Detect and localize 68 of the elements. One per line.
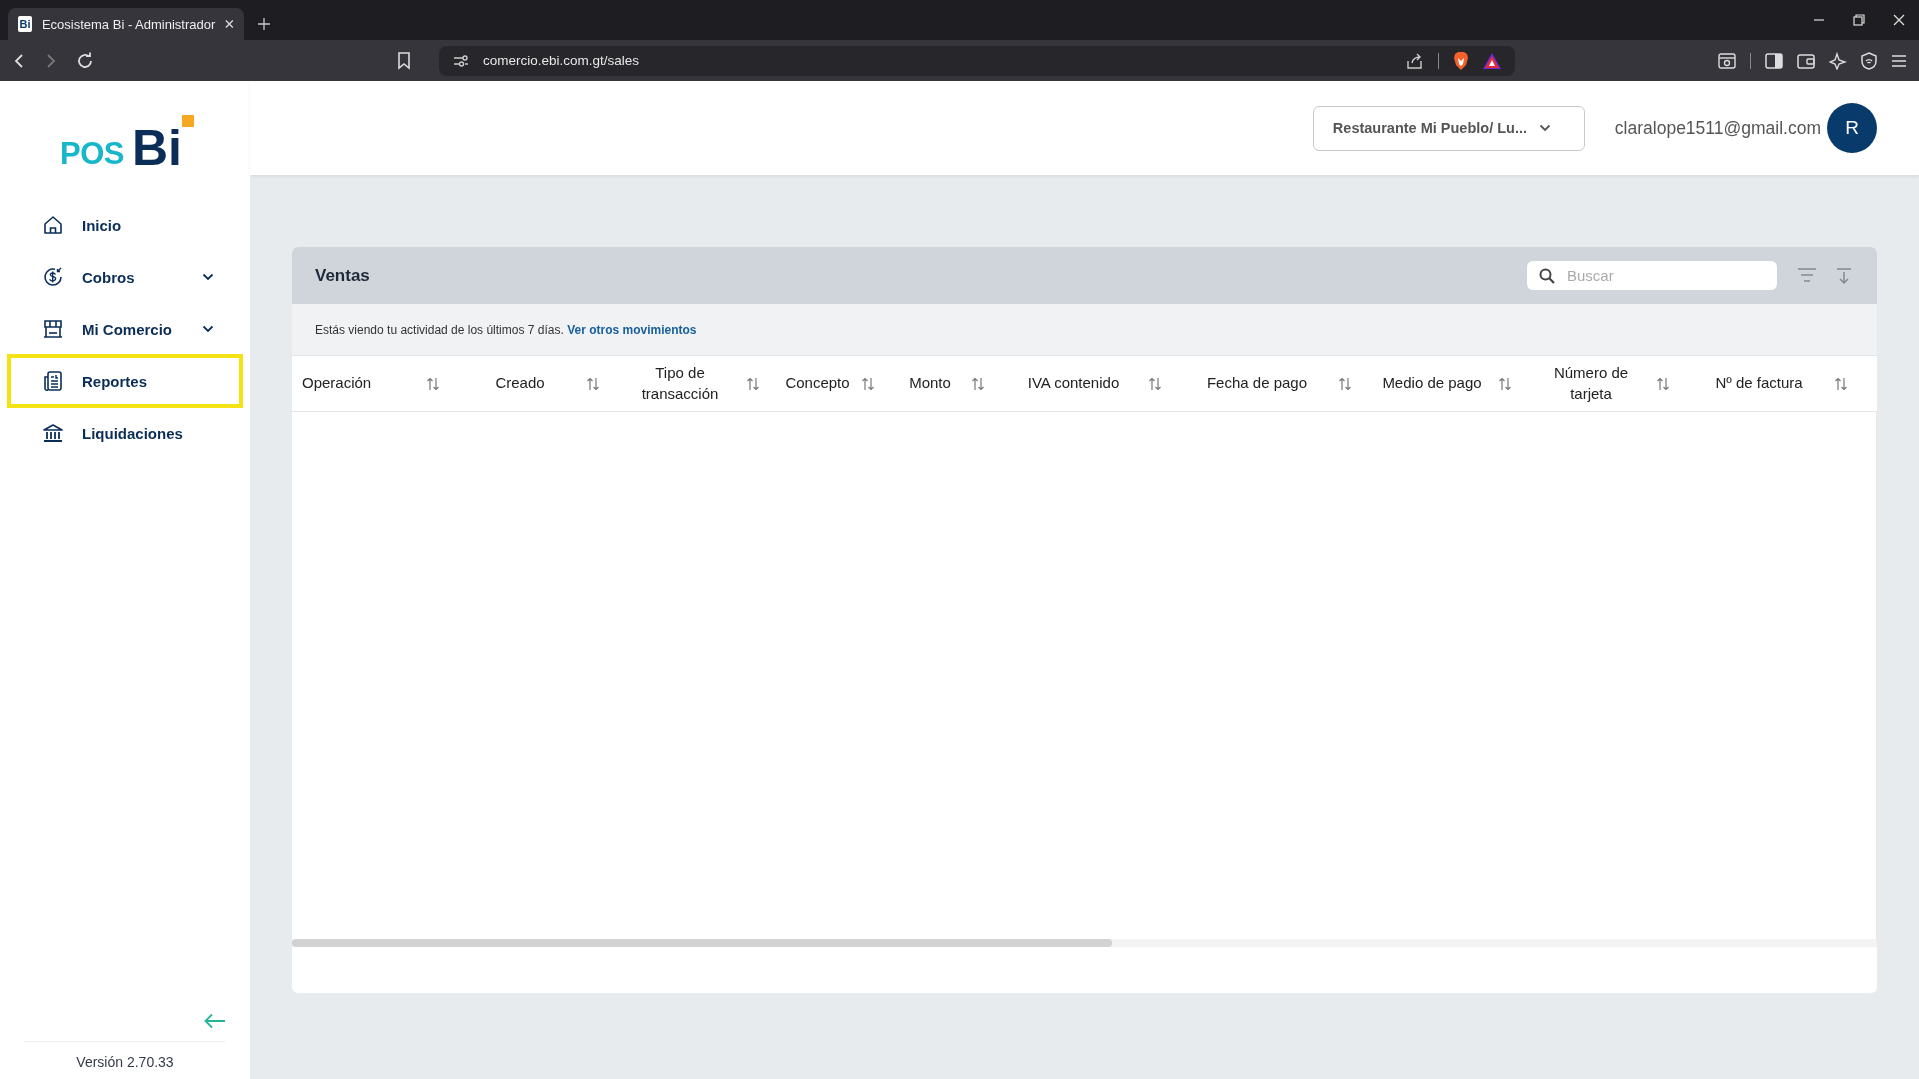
chevron-down-icon bbox=[1539, 124, 1551, 132]
sort-icon[interactable] bbox=[971, 376, 985, 391]
sidebar-item[interactable]: Liquidaciones bbox=[7, 411, 243, 455]
sort-icon[interactable] bbox=[1148, 376, 1162, 391]
reload-icon[interactable] bbox=[76, 51, 94, 70]
menu-icon[interactable] bbox=[1891, 53, 1907, 68]
sort-icon[interactable] bbox=[746, 376, 760, 391]
restore-icon[interactable] bbox=[1853, 14, 1865, 26]
column-header: Tipo de transacción bbox=[640, 363, 720, 404]
sidebar-item[interactable]: Inicio bbox=[7, 203, 243, 247]
store-dropdown[interactable]: Restaurante Mi Pueblo/ Lu... bbox=[1312, 105, 1585, 151]
wallet-icon[interactable] bbox=[1797, 52, 1815, 69]
card-title: Ventas bbox=[315, 265, 371, 286]
column-header: Nº de factura bbox=[1714, 373, 1804, 394]
column-header: Medio de pago bbox=[1381, 373, 1483, 394]
activity-notice: Estás viendo tu actividad de los últimos 7 días. Ver otros movimientos bbox=[315, 322, 697, 337]
forward-icon[interactable] bbox=[44, 52, 58, 69]
close-icon[interactable] bbox=[1893, 14, 1905, 26]
shield-icon[interactable] bbox=[1861, 51, 1877, 70]
favicon: Bi bbox=[18, 16, 32, 32]
screenshot-icon[interactable] bbox=[1718, 52, 1736, 69]
sidebar-item[interactable]: Reportes bbox=[7, 354, 243, 408]
browser-tab[interactable]: Bi Ecosistema Bi - Administrador bbox=[8, 8, 244, 40]
sidebar-item[interactable]: Mi Comercio bbox=[7, 307, 243, 351]
collapse-arrow-icon[interactable] bbox=[204, 1013, 226, 1029]
column-header: Monto bbox=[908, 373, 952, 394]
sort-icon[interactable] bbox=[1656, 376, 1670, 391]
document-icon bbox=[42, 370, 64, 392]
column-header: Fecha de pago bbox=[1205, 373, 1309, 394]
storefront-icon bbox=[42, 318, 64, 340]
sparkle-icon[interactable] bbox=[1829, 51, 1847, 70]
column-header: Creado bbox=[494, 373, 546, 394]
user-email: claralope1511@gmail.com bbox=[1614, 117, 1821, 139]
sidebar-icon[interactable] bbox=[1765, 52, 1783, 69]
version-label: Versión 2.70.33 bbox=[75, 1053, 175, 1072]
chevron-down-icon bbox=[202, 325, 214, 333]
dollar-coin-icon bbox=[42, 266, 64, 288]
sort-icon[interactable] bbox=[1834, 376, 1848, 391]
close-icon[interactable] bbox=[225, 19, 234, 29]
pos-bi-logo: POS Bi bbox=[0, 81, 250, 169]
new-tab-icon[interactable] bbox=[258, 18, 270, 30]
back-icon[interactable] bbox=[12, 52, 26, 69]
column-header: IVA contenido bbox=[1026, 373, 1121, 394]
address-bar[interactable]: comercio.ebi.com.gt/sales bbox=[439, 45, 1515, 76]
triangle-icon[interactable] bbox=[1483, 52, 1501, 69]
url-text: comercio.ebi.com.gt/sales bbox=[483, 53, 641, 68]
chevron-down-icon bbox=[202, 273, 214, 281]
scrollbar-thumb[interactable] bbox=[292, 939, 1112, 947]
lion-shield-icon[interactable] bbox=[1453, 51, 1469, 70]
column-header: Concepto bbox=[784, 373, 851, 394]
other-movements-link[interactable]: Ver otros movimientos bbox=[567, 322, 697, 337]
home-icon bbox=[42, 214, 64, 236]
search-field[interactable]: Buscar bbox=[1527, 261, 1777, 290]
column-header: Operación bbox=[302, 373, 373, 394]
sidebar-item[interactable]: Cobros bbox=[7, 255, 243, 299]
bookmark-icon[interactable] bbox=[397, 51, 411, 70]
sort-icon[interactable] bbox=[586, 376, 600, 391]
share-icon[interactable] bbox=[1406, 52, 1424, 69]
sort-icon[interactable] bbox=[426, 376, 440, 391]
sort-icon[interactable] bbox=[1338, 376, 1352, 391]
user-avatar[interactable]: R bbox=[1827, 103, 1877, 153]
search-icon bbox=[1539, 267, 1555, 284]
bank-icon bbox=[42, 422, 64, 444]
site-settings-icon[interactable] bbox=[453, 53, 469, 68]
tab-title: Ecosistema Bi - Administrador bbox=[41, 16, 216, 32]
sort-icon[interactable] bbox=[861, 376, 875, 391]
column-header: Número de tarjeta bbox=[1552, 363, 1630, 404]
sort-icon[interactable] bbox=[1498, 376, 1512, 391]
